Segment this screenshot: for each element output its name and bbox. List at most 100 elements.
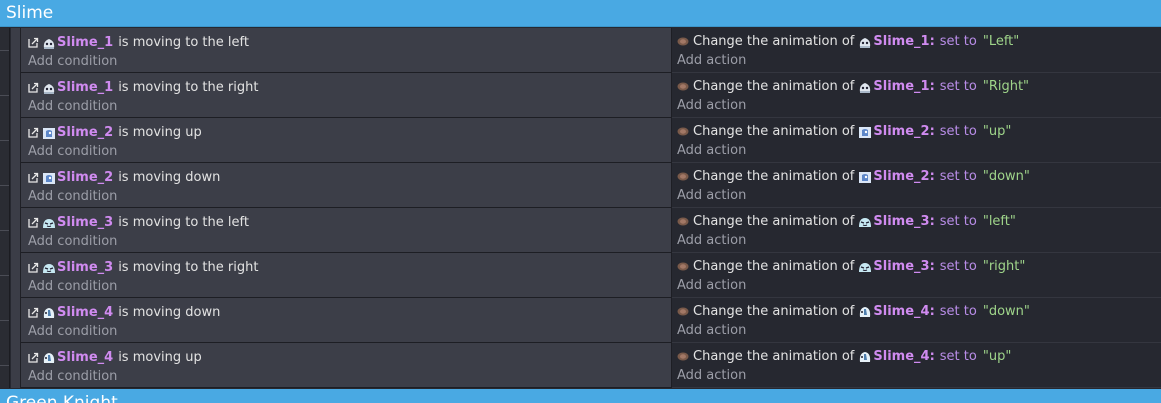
slime-white-icon xyxy=(858,80,872,94)
add-action-link[interactable]: Add action xyxy=(677,53,746,69)
condition[interactable]: Slime_1 is moving to the left xyxy=(28,34,249,51)
actions-panel[interactable]: Change the animation of Slime_2: set to … xyxy=(672,163,1161,208)
event-row[interactable]: Slime_1 is moving to the right Add condi… xyxy=(0,73,1161,118)
add-action-link[interactable]: Add action xyxy=(677,143,746,159)
action[interactable]: Change the animation of Slime_1: set to … xyxy=(677,78,1029,95)
add-condition-link[interactable]: Add condition xyxy=(28,234,117,250)
event-drag-handle[interactable] xyxy=(11,118,21,163)
add-action-link[interactable]: Add action xyxy=(677,188,746,204)
condition[interactable]: Slime_4 is moving up xyxy=(28,349,202,366)
action-object-name: Slime_4 xyxy=(873,304,930,319)
add-action-link[interactable]: Add action xyxy=(677,233,746,249)
event-drag-handle[interactable] xyxy=(11,253,21,298)
add-condition-link[interactable]: Add condition xyxy=(28,144,117,160)
event-row[interactable]: Slime_1 is moving to the left Add condit… xyxy=(0,28,1161,73)
action-value: "right" xyxy=(982,259,1026,274)
actions-panel[interactable]: Change the animation of Slime_4: set to … xyxy=(672,298,1161,343)
event-drag-handle[interactable] xyxy=(11,73,21,118)
action[interactable]: Change the animation of Slime_3: set to … xyxy=(677,213,1016,230)
event-row[interactable]: Slime_3 is moving to the left Add condit… xyxy=(0,208,1161,253)
condition[interactable]: Slime_3 is moving to the left xyxy=(28,214,249,231)
add-condition-link[interactable]: Add condition xyxy=(28,189,117,205)
event-drag-handle[interactable] xyxy=(11,208,21,253)
action-object-name: Slime_4 xyxy=(873,349,930,364)
action-value: "Right" xyxy=(982,79,1030,94)
condition[interactable]: Slime_2 is moving up xyxy=(28,124,202,141)
event-gutter[interactable] xyxy=(0,298,10,343)
action-operator: set to xyxy=(939,34,977,49)
slime-ice-icon xyxy=(858,350,872,364)
action-object-name: Slime_1 xyxy=(873,34,930,49)
action[interactable]: Change the animation of Slime_2: set to … xyxy=(677,168,1030,185)
condition[interactable]: Slime_1 is moving to the right xyxy=(28,79,258,96)
actions-panel[interactable]: Change the animation of Slime_3: set to … xyxy=(672,208,1161,253)
event-gutter[interactable] xyxy=(0,208,10,253)
slime-white-icon xyxy=(42,81,56,95)
trigger-once-icon xyxy=(28,172,39,183)
event-gutter[interactable] xyxy=(0,118,10,163)
event-row[interactable]: Slime_3 is moving to the right Add condi… xyxy=(0,253,1161,298)
conditions-panel[interactable]: Slime_3 is moving to the left Add condit… xyxy=(21,208,672,253)
conditions-panel[interactable]: Slime_2 is moving up Add condition xyxy=(21,118,672,163)
conditions-panel[interactable]: Slime_3 is moving to the right Add condi… xyxy=(21,253,672,298)
trigger-once-icon xyxy=(28,127,39,138)
event-gutter[interactable] xyxy=(0,73,10,118)
condition-text: is moving to the left xyxy=(118,35,249,50)
add-action-link[interactable]: Add action xyxy=(677,278,746,294)
actions-panel[interactable]: Change the animation of Slime_1: set to … xyxy=(672,73,1161,118)
condition[interactable]: Slime_4 is moving down xyxy=(28,304,220,321)
action-colon: : xyxy=(929,259,935,274)
action[interactable]: Change the animation of Slime_4: set to … xyxy=(677,348,1011,365)
actions-panel[interactable]: Change the animation of Slime_2: set to … xyxy=(672,118,1161,163)
trigger-once-icon xyxy=(28,352,39,363)
action[interactable]: Change the animation of Slime_1: set to … xyxy=(677,33,1019,50)
event-drag-handle[interactable] xyxy=(11,163,21,208)
action-operator: set to xyxy=(939,124,977,139)
action[interactable]: Change the animation of Slime_4: set to … xyxy=(677,303,1030,320)
condition[interactable]: Slime_3 is moving to the right xyxy=(28,259,258,276)
add-condition-link[interactable]: Add condition xyxy=(28,99,117,115)
event-row[interactable]: Slime_4 is moving up Add condition Chang… xyxy=(0,343,1161,388)
actions-panel[interactable]: Change the animation of Slime_1: set to … xyxy=(672,28,1161,73)
event-gutter[interactable] xyxy=(0,28,10,73)
add-action-link[interactable]: Add action xyxy=(677,98,746,114)
event-gutter[interactable] xyxy=(0,253,10,298)
event-row[interactable]: Slime_4 is moving down Add condition Cha… xyxy=(0,298,1161,343)
animation-icon xyxy=(677,37,689,46)
add-action-link[interactable]: Add action xyxy=(677,323,746,339)
condition[interactable]: Slime_2 is moving down xyxy=(28,169,220,186)
conditions-panel[interactable]: Slime_2 is moving down Add condition xyxy=(21,163,672,208)
slime-cyan-icon xyxy=(42,261,56,275)
add-condition-link[interactable]: Add condition xyxy=(28,324,117,340)
action-colon: : xyxy=(929,304,935,319)
actions-panel[interactable]: Change the animation of Slime_4: set to … xyxy=(672,343,1161,388)
add-action-link[interactable]: Add action xyxy=(677,368,746,384)
animation-icon xyxy=(677,307,689,316)
event-gutter[interactable] xyxy=(0,163,10,208)
slime-ice-icon xyxy=(858,305,872,319)
event-row[interactable]: Slime_2 is moving down Add condition Cha… xyxy=(0,163,1161,208)
add-condition-link[interactable]: Add condition xyxy=(28,54,117,70)
add-condition-link[interactable]: Add condition xyxy=(28,279,117,295)
event-drag-handle[interactable] xyxy=(11,343,21,388)
action[interactable]: Change the animation of Slime_2: set to … xyxy=(677,123,1011,140)
conditions-panel[interactable]: Slime_1 is moving to the left Add condit… xyxy=(21,28,672,73)
event-drag-handle[interactable] xyxy=(11,298,21,343)
conditions-panel[interactable]: Slime_4 is moving down Add condition xyxy=(21,298,672,343)
action-text: Change the animation of xyxy=(693,259,855,274)
condition-object-name: Slime_4 xyxy=(57,305,114,320)
condition-object-name: Slime_2 xyxy=(57,170,114,185)
event-gutter[interactable] xyxy=(0,343,10,388)
actions-panel[interactable]: Change the animation of Slime_3: set to … xyxy=(672,253,1161,298)
action-colon: : xyxy=(929,169,935,184)
event-drag-handle[interactable] xyxy=(11,28,21,73)
add-condition-link[interactable]: Add condition xyxy=(28,369,117,385)
next-group-header[interactable]: Green Knight xyxy=(0,389,1161,403)
conditions-panel[interactable]: Slime_4 is moving up Add condition xyxy=(21,343,672,388)
conditions-panel[interactable]: Slime_1 is moving to the right Add condi… xyxy=(21,73,672,118)
group-header[interactable]: Slime xyxy=(0,0,1161,27)
event-row[interactable]: Slime_2 is moving up Add condition Chang… xyxy=(0,118,1161,163)
slime-white-icon xyxy=(42,36,56,50)
next-group-title: Green Knight xyxy=(6,393,118,403)
action[interactable]: Change the animation of Slime_3: set to … xyxy=(677,258,1025,275)
